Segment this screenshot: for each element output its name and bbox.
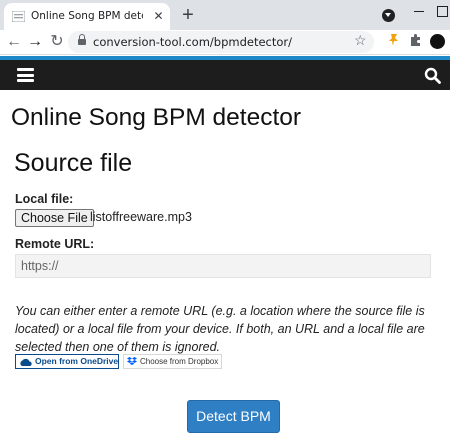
dropbox-label: Choose from Dropbox [140,357,219,366]
search-icon[interactable] [424,67,441,84]
remote-url-input[interactable]: https:// [15,254,431,278]
dropbox-icon [127,357,137,365]
extension-icon[interactable] [385,33,403,51]
dropbox-button[interactable]: Choose from Dropbox [123,354,222,369]
minimize-icon[interactable] [410,2,428,20]
lock-icon [78,34,86,46]
page-title: Online Song BPM detector [11,104,302,131]
site-navbar [0,60,450,90]
detect-bpm-button[interactable]: Detect BPM [187,400,280,433]
url-text[interactable]: conversion-tool.com/bpmdetector/ [93,35,292,49]
browser-toolbar: ← → ↻ conversion-tool.com/bpmdetector/ ☆ [0,30,450,55]
browser-tab-strip: Online Song BPM detector – Conv ✕ + [0,0,450,30]
puzzle-shape [411,34,420,46]
address-bar[interactable]: conversion-tool.com/bpmdetector/ ☆ [68,31,374,53]
tab-title: Online Song BPM detector – Conv [31,10,143,22]
help-text: You can either enter a remote URL (e.g. … [15,304,425,354]
remote-url-label: Remote URL: [15,237,95,251]
selected-file-name: listoffreeware.mp3 [90,210,192,224]
onedrive-label: Open from OneDrive [35,356,119,366]
profile-icon[interactable] [430,34,445,49]
star-icon[interactable]: ☆ [354,32,367,49]
puzzle-icon[interactable] [407,33,425,51]
reload-icon[interactable]: ↻ [47,32,67,52]
local-file-label: Local file: [15,192,74,206]
close-icon[interactable]: ✕ [152,10,165,23]
forward-icon[interactable]: → [25,32,45,52]
onedrive-button[interactable]: Open from OneDrive [15,354,119,369]
favicon-icon [12,11,25,22]
onedrive-icon [20,358,32,366]
maximize-icon[interactable] [434,2,450,20]
tab-search-icon[interactable] [382,9,395,22]
browser-tab[interactable]: Online Song BPM detector – Conv ✕ [4,3,170,30]
menu-icon[interactable] [17,68,34,82]
new-tab-button[interactable]: + [178,5,198,25]
section-title: Source file [14,149,133,177]
back-icon[interactable]: ← [4,32,24,52]
pin-icon [389,34,398,46]
choose-file-button[interactable]: Choose File [15,209,94,227]
